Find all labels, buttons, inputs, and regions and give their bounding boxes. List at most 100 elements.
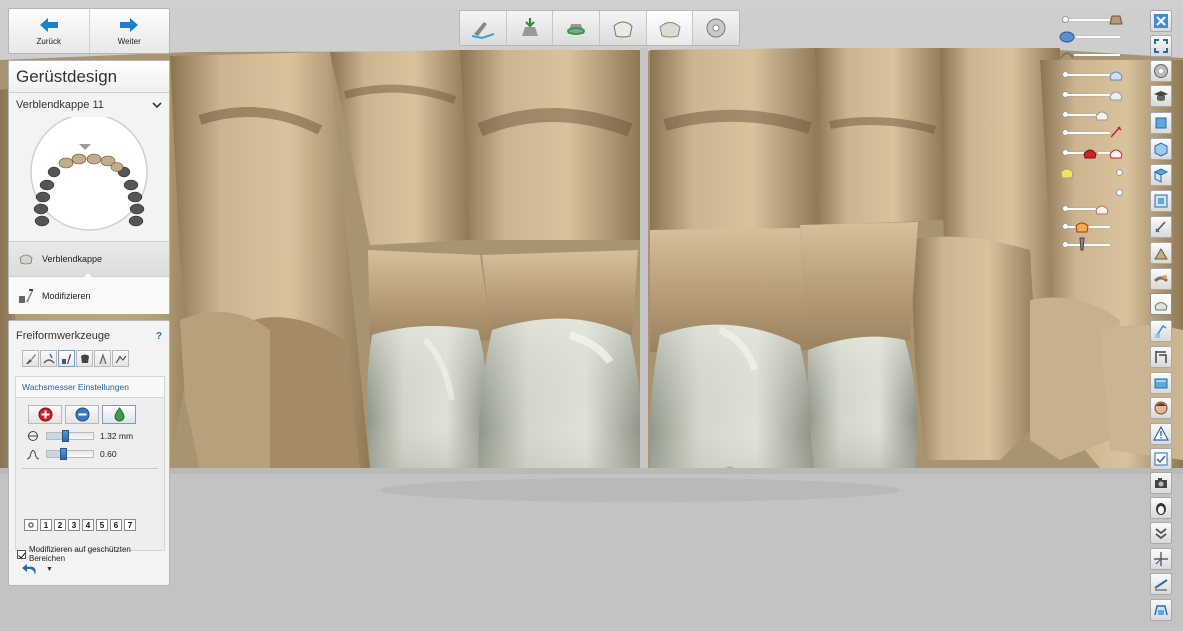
transparency-slider-restoration[interactable]: [1062, 108, 1124, 122]
preset-6-button[interactable]: 6: [110, 519, 122, 531]
morph-tool-button[interactable]: [94, 350, 111, 367]
model-button[interactable]: [1150, 372, 1172, 394]
clip-button[interactable]: [1150, 320, 1172, 342]
scan-icon: [1060, 52, 1074, 59]
collapse-button[interactable]: [1150, 522, 1172, 544]
view-front-button[interactable]: [1150, 112, 1172, 134]
transparency-slider-instrument[interactable]: [1062, 126, 1124, 140]
design-panel: Gerüstdesign Verblendkappe 11 Verblendka…: [8, 60, 170, 314]
disc-button[interactable]: [1150, 60, 1172, 82]
preset-4-button[interactable]: 4: [82, 519, 94, 531]
preset-7-button[interactable]: 7: [124, 519, 136, 531]
3d-viewport[interactable]: [0, 0, 1183, 631]
undo-button[interactable]: ▼: [21, 561, 53, 578]
next-button[interactable]: Weiter: [88, 9, 170, 53]
patient-button[interactable]: [1150, 397, 1172, 419]
analysis-tool-button[interactable]: [1150, 242, 1172, 264]
contact-tool-button[interactable]: [1150, 268, 1172, 290]
workflow-step-framework-design[interactable]: [645, 11, 693, 45]
smooth-mode-button[interactable]: [102, 405, 136, 424]
tool-selector: [9, 342, 169, 367]
remove-mode-button[interactable]: [65, 405, 99, 424]
undo-dropdown-icon[interactable]: ▼: [46, 566, 53, 573]
transparency-slider-antagonist[interactable]: [1062, 13, 1123, 27]
size-value: 1.32 mm: [100, 431, 134, 441]
fullscreen-icon: [1154, 39, 1168, 53]
preset-1-button[interactable]: 1: [40, 519, 52, 531]
dental-model-view[interactable]: [0, 0, 1183, 631]
axis-button[interactable]: [1150, 548, 1172, 570]
shape-tool-button[interactable]: [112, 350, 129, 367]
size-slider[interactable]: [46, 430, 94, 442]
preset-2-button[interactable]: 2: [54, 519, 66, 531]
distance-tool-button[interactable]: [1150, 216, 1172, 238]
restoration-selector[interactable]: Verblendkappe 11: [9, 93, 169, 117]
tools-title: Freiformwerkzeuge: [16, 330, 111, 342]
view-iso-button[interactable]: [1150, 190, 1172, 212]
add-mode-button[interactable]: [28, 405, 62, 424]
coping-view-button[interactable]: [1150, 293, 1172, 315]
warning-icon: [1153, 426, 1169, 441]
workflow-step-administration[interactable]: [460, 11, 506, 45]
assistant-button[interactable]: [1150, 497, 1172, 519]
transparency-slider-yellow[interactable]: [1060, 166, 1124, 180]
back-button[interactable]: Zurück: [9, 9, 89, 53]
transparency-slider-gum[interactable]: [1062, 202, 1124, 216]
intensity-slider[interactable]: [46, 448, 94, 460]
margin-line-icon: [567, 24, 586, 35]
transparency-slider-scan[interactable]: [1060, 48, 1122, 62]
smooth-tool-button[interactable]: [40, 350, 57, 367]
intensity-value: 0.60: [100, 449, 117, 459]
transparency-slider-pontic[interactable]: [1062, 186, 1124, 200]
cube-top-icon: [1153, 168, 1169, 183]
size-slider-thumb[interactable]: [62, 430, 69, 442]
camera-button[interactable]: [1150, 472, 1172, 494]
transparency-slider-red-coping[interactable]: [1062, 146, 1124, 160]
view-side-button[interactable]: [1150, 138, 1172, 160]
insertion-axis-icon: [613, 21, 633, 38]
freeform-tools-panel: Freiformwerkzeuge ? Wachsmesser Einstell…: [8, 320, 170, 586]
workflow-step-milling-preview[interactable]: [692, 11, 739, 45]
preset-buttons: 1 2 3 4 5 6 7: [24, 519, 136, 531]
jaw-arch-overview[interactable]: [9, 113, 169, 237]
workflow-step-insertion-axis[interactable]: [599, 11, 646, 45]
transparency-slider-layer[interactable]: [1062, 220, 1124, 234]
protected-areas-checkbox[interactable]: [17, 549, 26, 559]
preset-settings-button[interactable]: [24, 519, 38, 531]
close-button[interactable]: [1150, 10, 1172, 32]
workflow-step-preparation[interactable]: [505, 11, 553, 45]
transparency-slider-coping[interactable]: [1062, 68, 1124, 82]
help-icon[interactable]: ?: [156, 331, 162, 342]
layer-icon: [1075, 222, 1089, 233]
add-material-tool-button[interactable]: [22, 350, 39, 367]
fullscreen-button[interactable]: [1150, 35, 1172, 57]
preset-5-button[interactable]: 5: [96, 519, 108, 531]
transparency-slider-tooth[interactable]: [1062, 88, 1124, 102]
slider-dot: [1062, 16, 1069, 23]
step-coping[interactable]: Verblendkappe: [9, 241, 169, 277]
preset-3-button[interactable]: 3: [68, 519, 80, 531]
tooth-scale-icon: [80, 354, 89, 363]
divider: [22, 468, 158, 469]
tooth-white-icon: [1109, 91, 1123, 101]
yellow-coping-icon: [1060, 168, 1074, 179]
distance-icon: [1155, 221, 1166, 233]
section-button[interactable]: [1150, 346, 1172, 368]
transparency-slider-implant[interactable]: [1062, 237, 1124, 252]
workflow-step-margin[interactable]: [552, 11, 599, 45]
articulator-button[interactable]: [1150, 599, 1172, 621]
tutorial-button[interactable]: [1150, 85, 1172, 107]
step-modify-label: Modifizieren: [42, 291, 91, 301]
wax-knife-tool-button[interactable]: [58, 350, 75, 367]
ruler-button[interactable]: [1150, 573, 1172, 595]
intensity-slider-thumb[interactable]: [60, 448, 67, 460]
step-modify[interactable]: Modifizieren: [9, 278, 169, 314]
arrow-left-icon: [39, 18, 58, 32]
view-top-button[interactable]: [1150, 164, 1172, 186]
scale-tool-button[interactable]: [76, 350, 93, 367]
contact-icon: [1153, 275, 1169, 283]
transparency-slider-gingiva[interactable]: [1059, 30, 1122, 44]
slider-track: [1066, 114, 1096, 116]
check-button[interactable]: [1150, 448, 1172, 470]
warning-button[interactable]: [1150, 423, 1172, 445]
